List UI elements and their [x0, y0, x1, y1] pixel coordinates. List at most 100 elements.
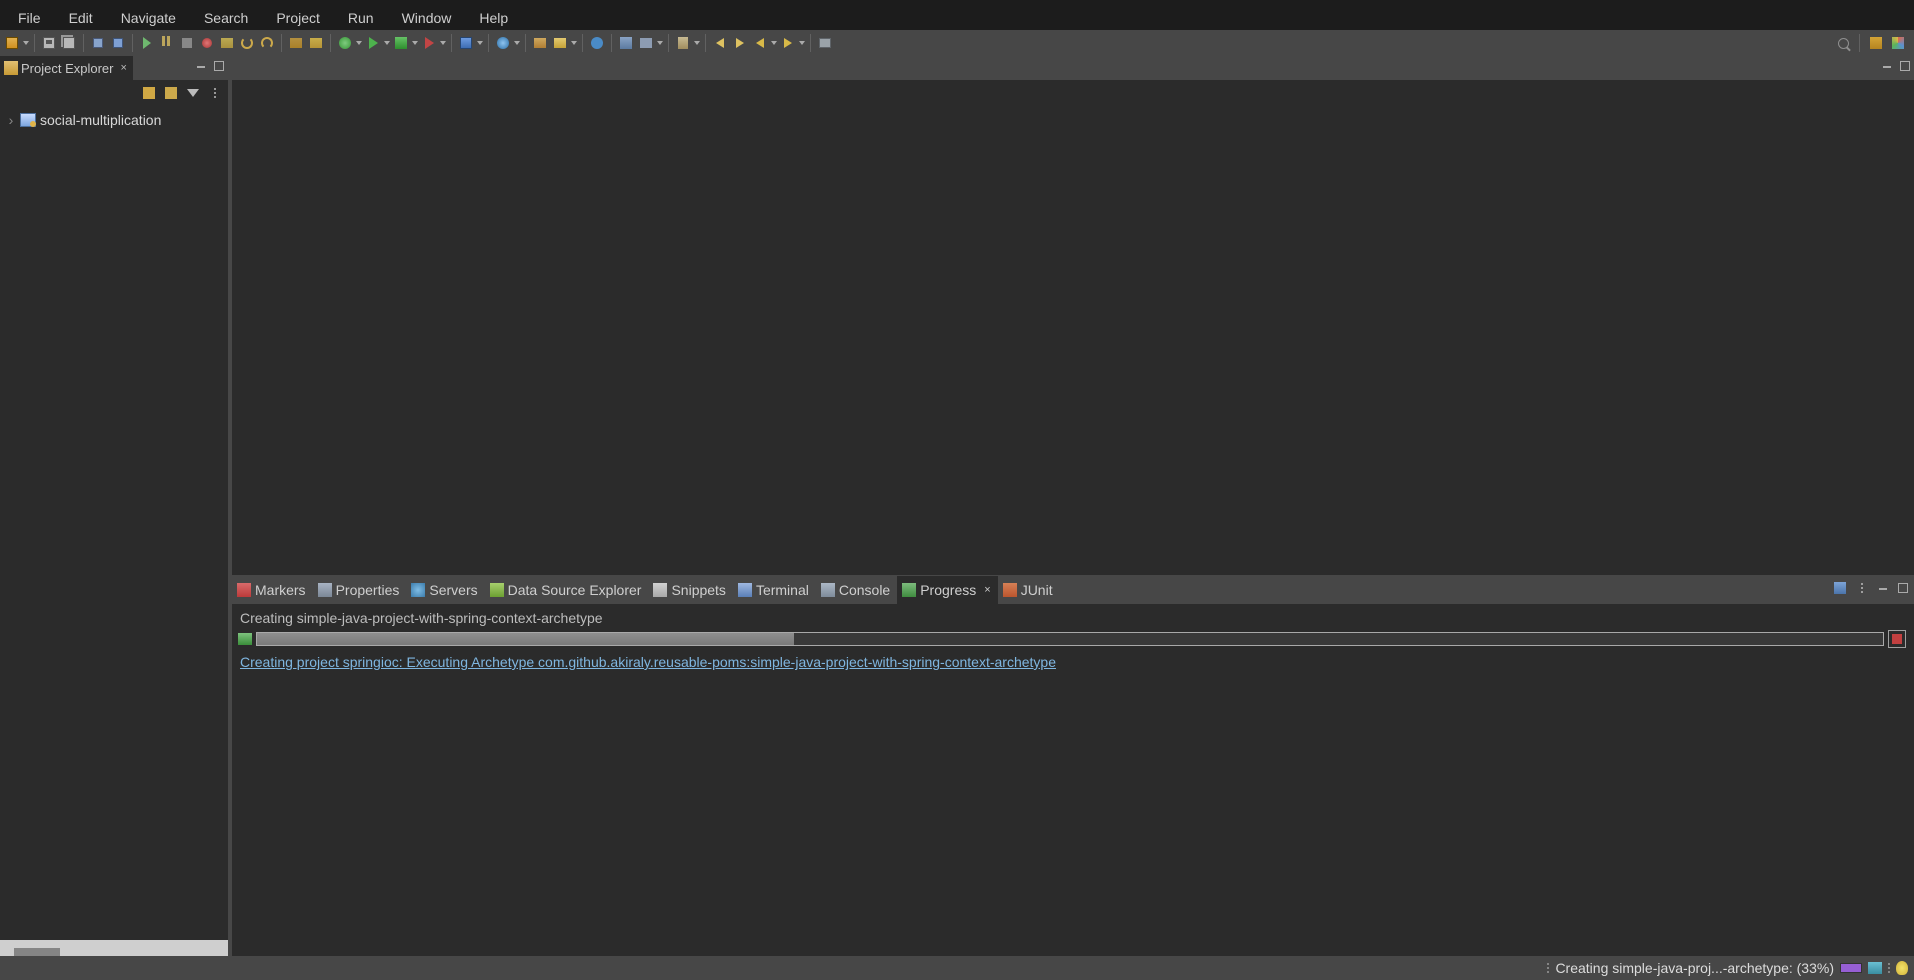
save-button[interactable] [40, 34, 58, 52]
step-into-button[interactable] [218, 34, 236, 52]
minimize-editor-button[interactable] [1880, 59, 1894, 73]
run-last-tool-dropdown[interactable] [656, 35, 664, 51]
menu-navigate[interactable]: Navigate [107, 7, 190, 29]
suspend-icon [162, 36, 172, 50]
last-edit-dropdown[interactable] [770, 35, 778, 51]
run-button[interactable] [364, 34, 382, 52]
disconnect-button[interactable] [198, 34, 216, 52]
menu-edit[interactable]: Edit [55, 7, 107, 29]
explorer-scroll-thumb[interactable] [14, 948, 60, 956]
expand-toggle[interactable]: › [6, 112, 16, 128]
menu-window[interactable]: Window [388, 7, 466, 29]
tab-snippets[interactable]: Snippets [648, 576, 732, 604]
build-all-button[interactable] [307, 34, 325, 52]
minimize-view-button[interactable] [194, 59, 208, 73]
tab-servers[interactable]: Servers [406, 576, 484, 604]
tab-junit[interactable]: JUnit [998, 576, 1060, 604]
skip-breakpoints-button[interactable] [109, 34, 127, 52]
project-tree[interactable]: › social-multiplication [0, 106, 228, 940]
run-last-tool-icon [640, 38, 652, 48]
tab-console[interactable]: Console [816, 576, 897, 604]
open-type-dropdown[interactable] [513, 35, 521, 51]
project-icon [20, 113, 36, 127]
tree-item[interactable]: › social-multiplication [2, 110, 226, 130]
maximize-view-button[interactable] [212, 59, 226, 73]
toolbar-separator [132, 34, 133, 52]
close-tab-button[interactable]: × [984, 584, 990, 596]
statusbar-drag-handle[interactable] [1888, 963, 1890, 973]
quick-access-button[interactable] [1834, 34, 1852, 52]
pin-dropdown[interactable] [693, 35, 701, 51]
next-annotation-button[interactable] [779, 34, 797, 52]
save-all-button[interactable] [60, 34, 78, 52]
junit-icon [1003, 583, 1017, 597]
cancel-task-button[interactable] [1888, 630, 1906, 648]
new-java-project-button[interactable] [531, 34, 549, 52]
back-button[interactable] [711, 34, 729, 52]
show-whitespace-button[interactable] [816, 34, 834, 52]
run-last-tool-button[interactable] [637, 34, 655, 52]
last-edit-location-button[interactable] [751, 34, 769, 52]
suspend-button[interactable] [158, 34, 176, 52]
toolbar-separator [330, 34, 331, 52]
open-perspective-button[interactable] [1867, 34, 1885, 52]
build-icon [290, 38, 302, 48]
remove-all-finished-button[interactable] [1832, 580, 1848, 596]
tip-of-the-day-icon[interactable] [1896, 961, 1908, 975]
new-dropdown[interactable] [22, 35, 30, 51]
close-view-button[interactable]: × [120, 62, 126, 74]
tab-properties[interactable]: Properties [313, 576, 407, 604]
terminate-button[interactable] [178, 34, 196, 52]
collapse-all-button[interactable] [140, 84, 158, 102]
menu-run[interactable]: Run [334, 7, 388, 29]
view-menu-button[interactable] [1854, 580, 1870, 596]
run-dropdown[interactable] [383, 35, 391, 51]
toolbar-separator [611, 34, 612, 52]
run-icon [369, 37, 378, 49]
view-menu-button[interactable] [206, 84, 224, 102]
status-overview-icon[interactable] [1868, 962, 1882, 974]
progress-subtask-link[interactable]: Creating project springioc: Executing Ar… [240, 654, 1906, 670]
filters-button[interactable] [184, 84, 202, 102]
build-button[interactable] [287, 34, 305, 52]
save-all-icon [63, 37, 75, 49]
toggle-breakpoint-button[interactable] [89, 34, 107, 52]
tab-data-source-explorer[interactable]: Data Source Explorer [485, 576, 649, 604]
next-annotation-dropdown[interactable] [798, 35, 806, 51]
minimize-bottom-button[interactable] [1876, 581, 1890, 595]
pin-editor-button[interactable] [674, 34, 692, 52]
tab-terminal[interactable]: Terminal [733, 576, 816, 604]
new-server-button[interactable] [457, 34, 475, 52]
open-web-browser-button[interactable] [588, 34, 606, 52]
new-java-package-button[interactable] [551, 34, 569, 52]
menu-help[interactable]: Help [465, 7, 522, 29]
resume-button[interactable] [138, 34, 156, 52]
new-server-dropdown[interactable] [476, 35, 484, 51]
menu-project[interactable]: Project [262, 7, 334, 29]
tab-progress[interactable]: Progress × [897, 576, 997, 604]
project-explorer-tab[interactable]: Project Explorer × [0, 56, 133, 80]
open-type-button[interactable] [494, 34, 512, 52]
coverage-dropdown[interactable] [411, 35, 419, 51]
step-over-button[interactable] [238, 34, 256, 52]
external-tools-dropdown[interactable] [439, 35, 447, 51]
menu-search[interactable]: Search [190, 7, 262, 29]
maximize-editor-button[interactable] [1898, 59, 1912, 73]
workbench: Project Explorer × › social-multiplicati… [0, 56, 1914, 956]
coverage-button[interactable] [392, 34, 410, 52]
link-with-editor-button[interactable] [162, 84, 180, 102]
new-java-dropdown[interactable] [570, 35, 578, 51]
forward-button[interactable] [731, 34, 749, 52]
maximize-bottom-button[interactable] [1896, 581, 1910, 595]
external-tools-button[interactable] [420, 34, 438, 52]
statusbar-drag-handle[interactable] [1547, 963, 1549, 973]
format-source-button[interactable] [617, 34, 635, 52]
debug-dropdown[interactable] [355, 35, 363, 51]
java-ee-perspective-button[interactable] [1889, 34, 1907, 52]
tab-markers[interactable]: Markers [232, 576, 313, 604]
step-return-button[interactable] [258, 34, 276, 52]
debug-button[interactable] [336, 34, 354, 52]
menu-file[interactable]: File [4, 7, 55, 29]
status-progress-indicator[interactable] [1840, 963, 1862, 973]
new-button[interactable] [3, 34, 21, 52]
